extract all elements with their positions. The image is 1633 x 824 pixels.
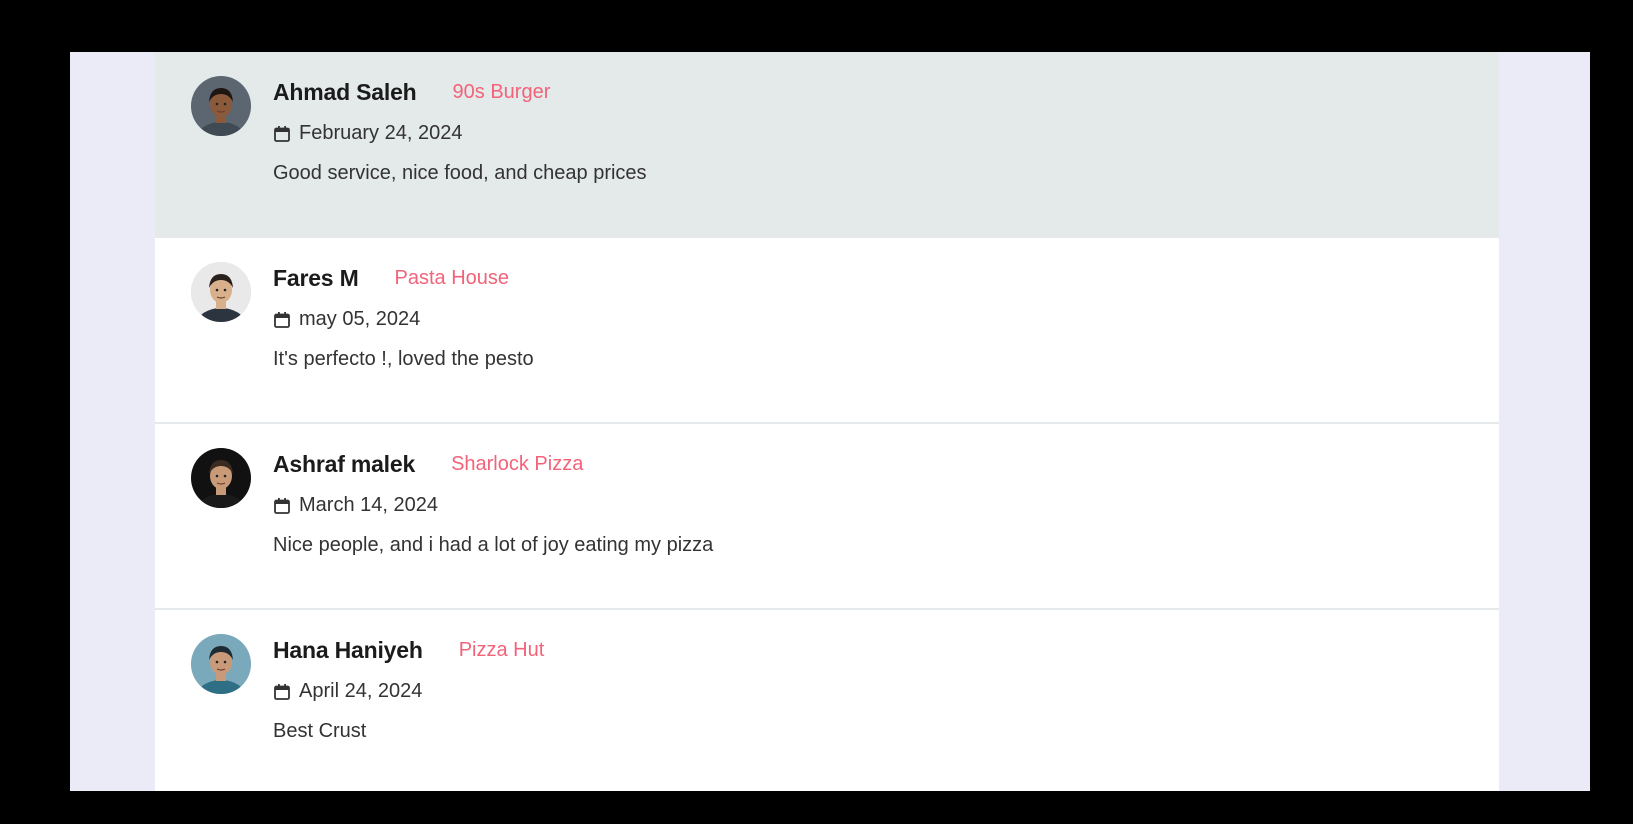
restaurant-link[interactable]: Pizza Hut bbox=[459, 639, 545, 662]
page-viewport: Ahmad Saleh 90s Burger February 24, 2024… bbox=[70, 52, 1590, 791]
restaurant-link[interactable]: Sharlock Pizza bbox=[451, 453, 583, 476]
calendar-icon bbox=[274, 312, 290, 328]
reviewer-name: Ahmad Saleh bbox=[273, 78, 417, 105]
review-item[interactable]: Ahmad Saleh 90s Burger February 24, 2024… bbox=[155, 52, 1499, 238]
avatar bbox=[191, 76, 251, 136]
avatar bbox=[191, 262, 251, 322]
review-date: February 24, 2024 bbox=[299, 121, 463, 144]
review-date: March 14, 2024 bbox=[299, 493, 438, 516]
calendar-icon bbox=[274, 498, 290, 514]
review-text: It's perfecto !, loved the pesto bbox=[273, 348, 534, 370]
review-item[interactable]: Ashraf malek Sharlock Pizza March 14, 20… bbox=[155, 424, 1499, 610]
review-date: April 24, 2024 bbox=[299, 679, 423, 702]
avatar bbox=[191, 634, 251, 694]
avatar bbox=[191, 448, 251, 508]
review-item[interactable]: Hana Haniyeh Pizza Hut April 24, 2024 Be… bbox=[155, 610, 1499, 791]
review-list: Ahmad Saleh 90s Burger February 24, 2024… bbox=[155, 52, 1499, 791]
review-item[interactable]: Fares M Pasta House may 05, 2024 It's pe… bbox=[155, 238, 1499, 424]
review-text: Good service, nice food, and cheap price… bbox=[273, 162, 647, 184]
calendar-icon bbox=[274, 126, 290, 142]
restaurant-link[interactable]: Pasta House bbox=[395, 267, 510, 290]
reviewer-name: Fares M bbox=[273, 264, 359, 291]
reviewer-name: Ashraf malek bbox=[273, 450, 416, 477]
reviewer-name: Hana Haniyeh bbox=[273, 636, 423, 663]
review-text: Nice people, and i had a lot of joy eati… bbox=[273, 534, 714, 556]
review-text: Best Crust bbox=[273, 720, 367, 742]
restaurant-link[interactable]: 90s Burger bbox=[453, 81, 551, 104]
review-date: may 05, 2024 bbox=[299, 307, 421, 330]
calendar-icon bbox=[274, 684, 290, 700]
